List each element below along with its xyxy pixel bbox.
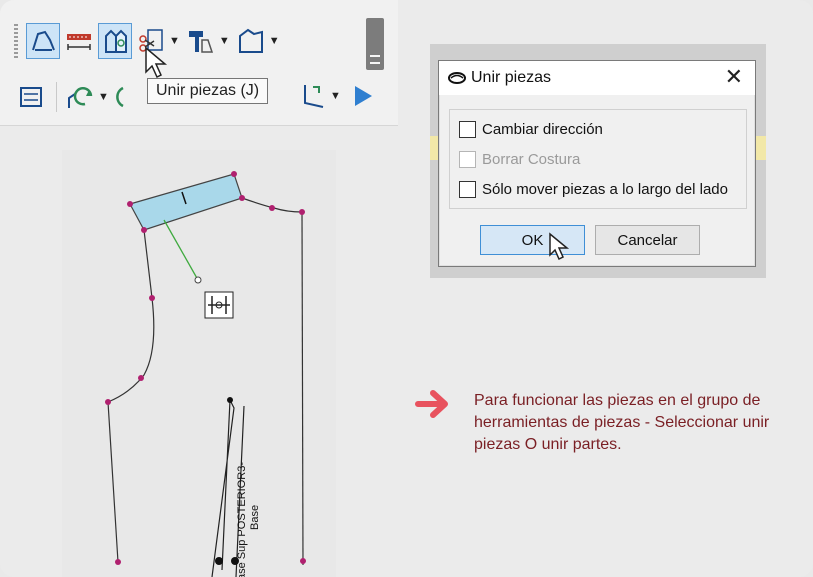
arrow-right-icon [415,390,448,418]
checkbox[interactable] [459,181,476,198]
mouse-pointer-icon [549,232,570,261]
toolbar-row-2: ▼ [14,74,149,120]
frame-select-icon [20,87,42,107]
pattern-drawing [105,171,306,577]
dialog-screenshot: Unir piezas ✕ Cambiar dirección Borrar C… [430,44,766,278]
corner-tool-button[interactable] [295,78,329,114]
option-borrar-costura: Borrar Costura [459,151,580,168]
checkbox[interactable] [459,121,476,138]
hammer-tool-button[interactable] [184,23,218,59]
option-cambiar-direccion[interactable]: Cambiar dirección [459,121,603,138]
unir-piezas-dialog: Unir piezas ✕ Cambiar dirección Borrar C… [438,60,756,267]
option-solo-mover[interactable]: Sólo mover piezas a lo largo del lado [459,181,728,198]
toolbar-grip[interactable] [14,24,18,58]
app-lens-icon [448,72,466,84]
option-label: Borrar Costura [482,151,581,168]
join-pieces-button[interactable] [98,23,132,59]
shape-tool-icon [238,28,263,53]
piece-label-base: Base [249,504,261,530]
cancel-button[interactable]: Cancelar [595,225,700,255]
piece-label-name: ase Sup POSTERIOR3- [236,462,248,577]
option-label: Sólo mover piezas a lo largo del lado [482,181,728,198]
checkbox [459,151,476,168]
background-strip [430,136,438,160]
curve-tool-icon [116,86,124,108]
dialog-title: Unir piezas [471,69,552,86]
cut-pieces-dropdown-arrow[interactable]: ▼ [169,35,180,47]
pattern-canvas[interactable]: ase Sup POSTERIOR3- Base [62,150,336,577]
shape-tool-button[interactable] [234,23,268,59]
pattern-tool-icon [32,30,55,51]
measure-tool-button[interactable] [62,23,96,59]
frame-select-button[interactable] [14,79,48,115]
play-triangle-icon [354,86,372,106]
corner-tool-dropdown-arrow[interactable]: ▼ [330,90,341,102]
dialog-titlebar: Unir piezas ✕ [439,61,755,95]
screenshot-card: ▼ ▼ ▼ ▼ ▼ Unir piezas (J) ase Sup POSTER… [0,0,813,577]
measure-tool-icon [67,34,91,50]
join-cursor-icon [204,291,234,319]
toolbar-separator [56,82,57,112]
mouse-pointer-icon [145,46,168,79]
join-pieces-icon [105,29,127,53]
join-pieces-tooltip: Unir piezas (J) [147,78,269,104]
pattern-tool-button[interactable] [26,23,60,59]
toolbar-row-2-right: ▼ [295,78,381,114]
corner-tool-icon [304,85,324,108]
curve-tool-button[interactable] [113,79,147,115]
shape-tool-dropdown-arrow[interactable]: ▼ [269,35,280,47]
hammer-tool-icon [188,31,213,53]
options-group: Cambiar dirección Borrar Costura Sólo mo… [449,109,747,209]
hammer-tool-dropdown-arrow[interactable]: ▼ [219,35,230,47]
toolbar-overflow-button[interactable] [366,18,384,70]
toolbar: ▼ ▼ ▼ ▼ ▼ Unir piezas (J) [0,0,398,126]
close-icon[interactable]: ✕ [725,66,743,88]
play-triangle-button[interactable] [345,78,379,114]
rotate-button[interactable] [63,79,97,115]
rotate-dropdown-arrow[interactable]: ▼ [98,91,109,103]
instruction-note: Para funcionar las piezas en el grupo de… [474,392,770,453]
option-label: Cambiar dirección [482,121,603,138]
rotate-icon [68,87,93,108]
